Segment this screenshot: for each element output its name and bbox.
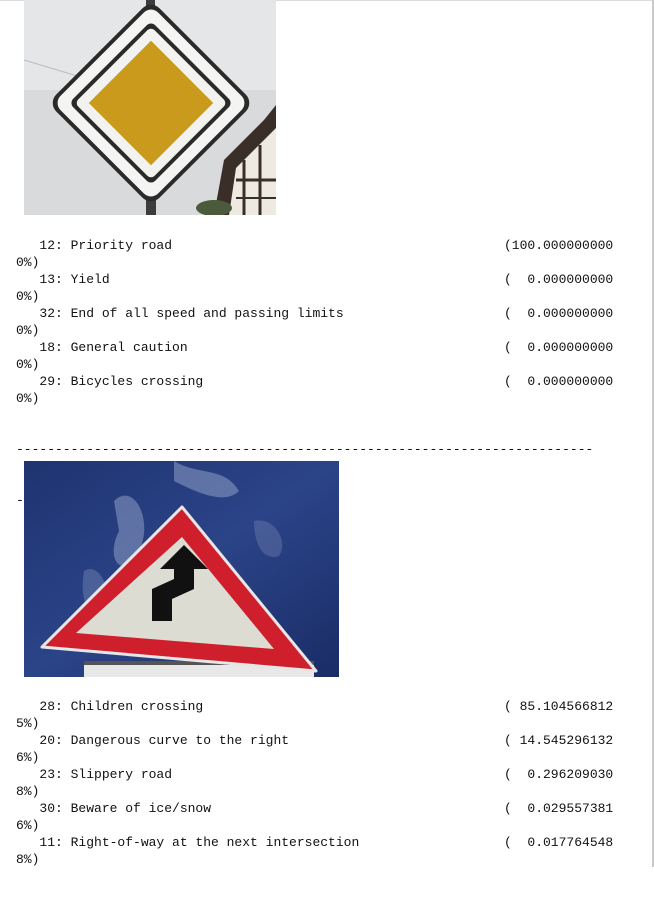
prediction-label: 28: Children crossing <box>16 699 204 714</box>
prediction-row: 20: Dangerous curve to the right ( 14.54… <box>0 732 640 766</box>
prediction-label: 11: Right-of-way at the next intersectio… <box>16 835 360 850</box>
warning-sign-image <box>24 461 339 677</box>
prediction-row: 28: Children crossing ( 85.104566812 5%) <box>0 698 640 732</box>
prediction-value: ( 0.029557381 <box>504 801 614 816</box>
priority-road-sign-icon <box>24 0 276 215</box>
double-curve-warning-sign-icon <box>24 461 339 677</box>
prediction-value: ( 14.545296132 <box>504 733 614 748</box>
prediction-label: 32: End of all speed and passing limits <box>16 306 344 321</box>
prediction-row: 11: Right-of-way at the next intersectio… <box>0 834 640 868</box>
prediction-wrap: 0%) <box>16 255 40 270</box>
prediction-value: ( 0.000000000 <box>504 340 614 355</box>
prediction-wrap: 8%) <box>16 852 40 867</box>
prediction-wrap: 6%) <box>16 818 40 833</box>
prediction-wrap: 0%) <box>16 289 40 304</box>
prediction-wrap: 5%) <box>16 716 40 731</box>
prediction-row: 30: Beware of ice/snow ( 0.029557381 6%) <box>0 800 640 834</box>
prediction-value: ( 0.000000000 <box>504 374 614 389</box>
prediction-row: 29: Bicycles crossing ( 0.000000000 0%) <box>0 373 640 407</box>
prediction-label: 23: Slippery road <box>16 767 173 782</box>
prediction-list-2: 28: Children crossing ( 85.104566812 5%)… <box>0 698 640 868</box>
prediction-wrap: 0%) <box>16 391 40 406</box>
prediction-label: 18: General caution <box>16 340 188 355</box>
prediction-row: 12: Priority road (100.000000000 0%) <box>0 237 640 271</box>
separator-line-1: ----------------------------------------… <box>16 442 594 457</box>
prediction-row: 18: General caution ( 0.000000000 0%) <box>0 339 640 373</box>
prediction-row: 13: Yield ( 0.000000000 0%) <box>0 271 640 305</box>
prediction-value: ( 0.000000000 <box>504 306 614 321</box>
priority-road-sign-image <box>24 0 276 215</box>
prediction-value: (100.000000000 <box>504 238 614 253</box>
prediction-row: 32: End of all speed and passing limits … <box>0 305 640 339</box>
prediction-label: 12: Priority road <box>16 238 173 253</box>
prediction-wrap: 6%) <box>16 750 40 765</box>
prediction-row: 23: Slippery road ( 0.296209030 8%) <box>0 766 640 800</box>
prediction-label: 30: Beware of ice/snow <box>16 801 212 816</box>
prediction-wrap: 0%) <box>16 323 40 338</box>
prediction-value: ( 0.296209030 <box>504 767 614 782</box>
prediction-wrap: 0%) <box>16 357 40 372</box>
prediction-value: ( 0.017764548 <box>504 835 614 850</box>
prediction-label: 29: Bicycles crossing <box>16 374 204 389</box>
prediction-list-1: 12: Priority road (100.000000000 0%) 13:… <box>0 237 640 407</box>
prediction-value: ( 0.000000000 <box>504 272 614 287</box>
prediction-wrap: 8%) <box>16 784 40 799</box>
prediction-label: 13: Yield <box>16 272 110 287</box>
prediction-label: 20: Dangerous curve to the right <box>16 733 290 748</box>
prediction-value: ( 85.104566812 <box>504 699 614 714</box>
